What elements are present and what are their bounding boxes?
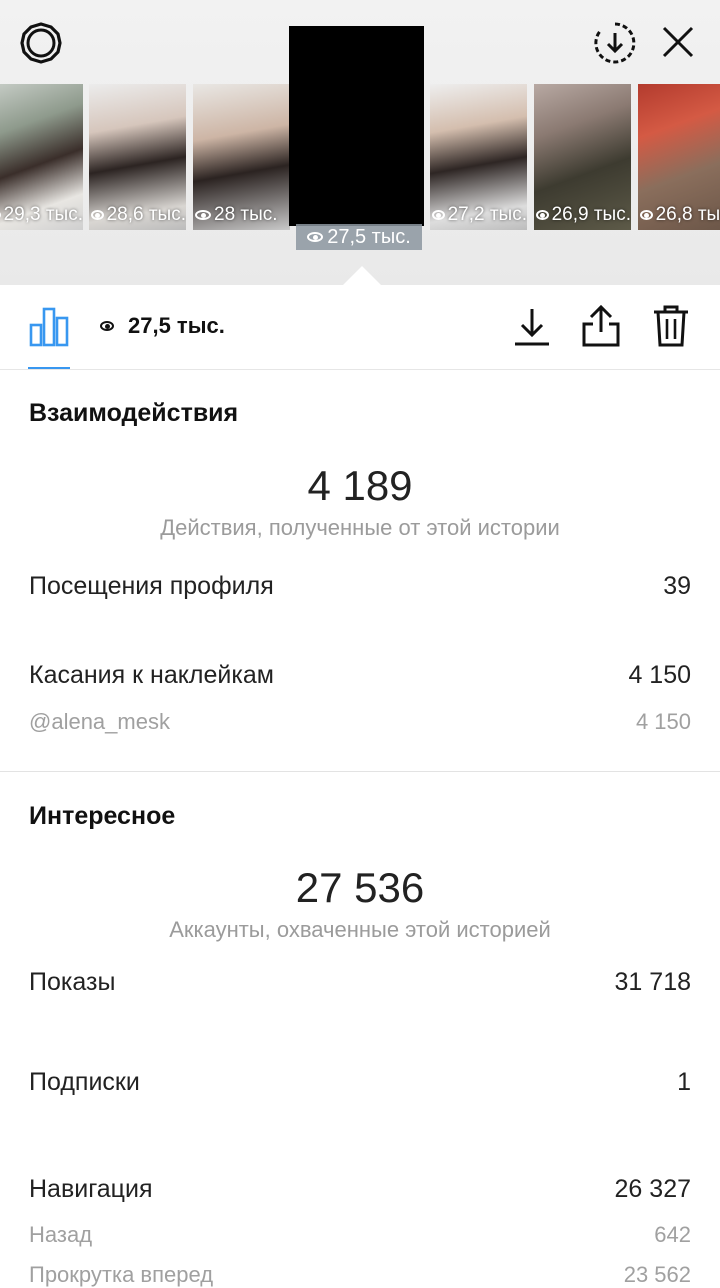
forward-row: Прокрутка вперед 23 562 bbox=[29, 1262, 691, 1287]
eye-icon bbox=[91, 210, 104, 220]
story-thumbnail[interactable]: 26,9 тыс. bbox=[534, 84, 631, 230]
discovery-caption: Аккаунты, охваченные этой историей bbox=[169, 917, 551, 942]
navigation-row: Навигация 26 327 bbox=[29, 1175, 691, 1203]
eye-icon bbox=[307, 232, 324, 242]
story-thumbnail[interactable]: 26,8 тыс. bbox=[638, 84, 720, 230]
insights-toolbar: 27,5 тыс. bbox=[0, 285, 720, 370]
eye-icon bbox=[100, 321, 114, 331]
eye-icon bbox=[0, 210, 1, 220]
eye-icon bbox=[640, 210, 653, 220]
settings-icon[interactable] bbox=[18, 20, 64, 66]
story-thumbnail[interactable]: 29,3 тыс. bbox=[0, 84, 83, 230]
discovery-total: 27 536 bbox=[295, 864, 425, 911]
story-thumbnail[interactable]: 27,2 тыс. bbox=[430, 84, 527, 230]
active-tab-indicator bbox=[28, 367, 70, 369]
section-divider bbox=[0, 771, 720, 772]
eye-icon bbox=[432, 210, 445, 220]
back-row: Назад 642 bbox=[29, 1222, 691, 1247]
insights-chart-icon[interactable] bbox=[26, 303, 72, 349]
close-icon[interactable] bbox=[656, 20, 700, 64]
share-icon[interactable] bbox=[578, 303, 624, 349]
impressions-row: Показы 31 718 bbox=[29, 968, 691, 996]
current-story-views: 27,5 тыс. bbox=[296, 224, 422, 250]
current-story-thumbnail[interactable] bbox=[289, 26, 424, 226]
eye-icon bbox=[536, 210, 549, 220]
interactions-title: Взаимодействия bbox=[29, 399, 239, 427]
eye-icon bbox=[195, 210, 211, 220]
download-icon[interactable] bbox=[510, 305, 554, 349]
selection-pointer bbox=[342, 266, 382, 285]
save-story-icon[interactable] bbox=[590, 18, 640, 68]
mention-row: @alena_mesk 4 150 bbox=[29, 709, 691, 734]
delete-icon[interactable] bbox=[648, 303, 694, 349]
story-navigator: 29,3 тыс. 28,6 тыс. 28 тыс. 27,2 тыс. 26… bbox=[0, 0, 720, 285]
views-total: 27,5 тыс. bbox=[100, 313, 225, 339]
profile-visits-row: Посещения профиля 39 bbox=[29, 572, 691, 600]
story-thumbnail[interactable]: 28,6 тыс. bbox=[89, 84, 186, 230]
story-thumbnail[interactable]: 28 тыс. bbox=[193, 84, 290, 230]
sticker-taps-row: Касания к наклейкам 4 150 bbox=[29, 661, 691, 689]
discovery-title: Интересное bbox=[29, 802, 176, 830]
follows-row: Подписки 1 bbox=[29, 1068, 691, 1096]
interactions-caption: Действия, полученные от этой истории bbox=[160, 515, 560, 540]
interactions-total: 4 189 bbox=[307, 462, 413, 509]
